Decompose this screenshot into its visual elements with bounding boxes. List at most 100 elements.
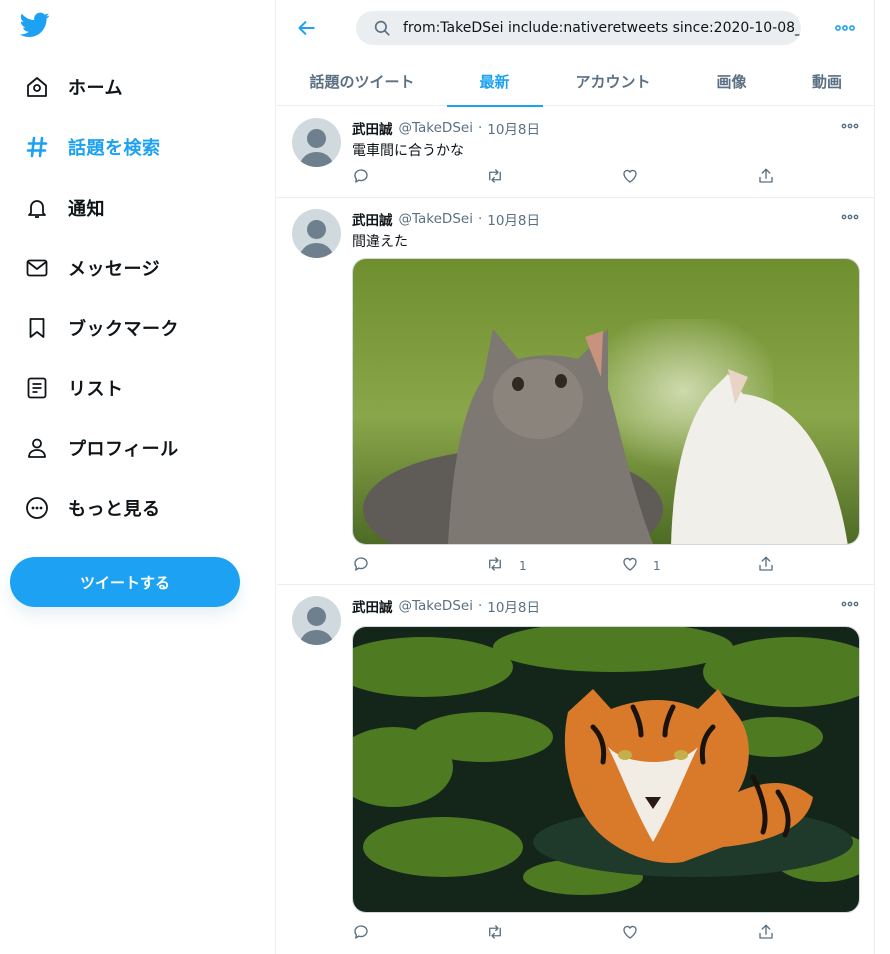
avatar[interactable] — [292, 209, 341, 258]
avatar[interactable] — [292, 118, 341, 167]
more-circle-icon — [24, 495, 50, 521]
tab-photos[interactable]: 画像 — [684, 56, 779, 106]
tweet-header: 武田誠 @TakeDSei · 10月8日 — [352, 209, 540, 229]
reply-icon — [352, 167, 370, 189]
tab-top[interactable]: 話題のツイート — [277, 56, 447, 106]
sidebar-item-bookmarks[interactable]: ブックマーク — [14, 303, 189, 353]
sidebar-item-label: 通知 — [68, 199, 105, 220]
sidebar-item-notifications[interactable]: 通知 — [14, 183, 115, 233]
retweet-button[interactable] — [485, 168, 519, 188]
search-results-column: 話題のツイート 最新 アカウント 画像 動画 武田誠 @TakeDSei · 1… — [277, 0, 875, 954]
like-button[interactable]: 1 — [621, 556, 661, 576]
sidebar-item-label: 話題を検索 — [68, 138, 161, 159]
reply-icon — [352, 923, 370, 945]
reply-button[interactable] — [352, 924, 370, 944]
like-button[interactable] — [621, 924, 653, 944]
tweet-header: 武田誠 @TakeDSei · 10月8日 — [352, 118, 540, 138]
retweet-icon — [485, 167, 505, 189]
tweet-actions: 1 1 — [352, 556, 782, 576]
tweet-more-icon[interactable] — [839, 597, 861, 611]
retweet-count: 1 — [519, 559, 527, 573]
tab-people[interactable]: アカウント — [542, 56, 684, 106]
tab-videos[interactable]: 動画 — [779, 56, 874, 106]
search-bar — [356, 11, 801, 45]
reply-button[interactable] — [352, 556, 370, 576]
search-tabs: 話題のツイート 最新 アカウント 画像 動画 — [277, 56, 874, 107]
author-name[interactable]: 武田誠 — [352, 209, 393, 229]
tweet[interactable]: 武田誠 @TakeDSei · 10月8日 間違えた 1 1 — [277, 198, 874, 585]
sidebar-item-label: プロフィール — [68, 439, 179, 460]
author-name[interactable]: 武田誠 — [352, 596, 393, 616]
sidebar-item-label: メッセージ — [68, 259, 161, 280]
tiger-photo[interactable] — [352, 626, 860, 913]
tweet-text: 間違えた — [352, 234, 408, 250]
tab-label: 画像 — [716, 72, 747, 91]
reply-button[interactable] — [352, 168, 370, 188]
like-button[interactable] — [621, 168, 653, 188]
sidebar-item-lists[interactable]: リスト — [14, 363, 134, 413]
sidebar-item-label: リスト — [68, 379, 124, 400]
sidebar-item-home[interactable]: ホーム — [14, 62, 133, 112]
sidebar-item-profile[interactable]: プロフィール — [14, 423, 189, 473]
tweet-date[interactable]: 10月8日 — [487, 596, 540, 616]
back-arrow-icon[interactable] — [293, 14, 321, 42]
share-button[interactable] — [757, 924, 775, 944]
author-name[interactable]: 武田誠 — [352, 118, 393, 138]
retweet-button[interactable] — [485, 924, 519, 944]
author-handle[interactable]: @TakeDSei — [399, 120, 473, 136]
share-icon — [757, 167, 775, 189]
retweet-button[interactable]: 1 — [485, 556, 527, 576]
share-icon — [757, 923, 775, 945]
share-button[interactable] — [757, 556, 775, 576]
tab-latest[interactable]: 最新 — [446, 56, 543, 107]
more-options-icon[interactable] — [833, 16, 857, 40]
kittens-photo[interactable] — [352, 258, 860, 545]
share-icon — [757, 555, 775, 577]
sidebar-item-messages[interactable]: メッセージ — [14, 243, 170, 293]
tweet-header: 武田誠 @TakeDSei · 10月8日 — [352, 596, 540, 616]
retweet-icon — [485, 923, 505, 945]
sidebar-item-label: もっと見る — [68, 499, 161, 520]
share-button[interactable] — [757, 168, 775, 188]
twitter-bird-icon[interactable] — [19, 12, 52, 44]
tweet-more-icon[interactable] — [839, 210, 861, 224]
search-header — [277, 0, 874, 56]
bookmark-icon — [24, 315, 50, 341]
tweet-date[interactable]: 10月8日 — [487, 209, 540, 229]
sidebar-nav: ホーム 話題を検索 通知 メッセージ ブックマーク リスト プロフィール もっと… — [0, 0, 276, 954]
tab-label: アカウント — [575, 72, 651, 91]
tweet-date[interactable]: 10月8日 — [487, 118, 540, 138]
tweet[interactable]: 武田誠 @TakeDSei · 10月8日 — [277, 585, 874, 954]
heart-icon — [621, 555, 639, 577]
sidebar-item-explore[interactable]: 話題を検索 — [14, 122, 171, 172]
search-icon — [373, 19, 391, 37]
tab-label: 最新 — [479, 72, 510, 91]
separator-dot: · — [477, 120, 483, 136]
envelope-icon — [24, 255, 50, 281]
tweet-actions — [352, 168, 782, 188]
avatar[interactable] — [292, 596, 341, 645]
tweet[interactable]: 武田誠 @TakeDSei · 10月8日 電車間に合うかな — [277, 107, 874, 198]
retweet-icon — [485, 555, 505, 577]
hashtag-icon — [24, 134, 50, 160]
home-icon — [24, 74, 50, 100]
sidebar-item-label: ホーム — [68, 78, 123, 99]
bell-icon — [24, 195, 50, 221]
like-count: 1 — [653, 559, 661, 573]
tweet-button[interactable]: ツイートする — [10, 557, 240, 607]
author-handle[interactable]: @TakeDSei — [399, 211, 473, 227]
list-icon — [24, 375, 50, 401]
separator-dot: · — [477, 598, 483, 614]
sidebar-item-label: ブックマーク — [68, 319, 179, 340]
reply-icon — [352, 555, 370, 577]
tab-label: 動画 — [811, 72, 842, 91]
sidebar-item-more[interactable]: もっと見る — [14, 483, 171, 533]
separator-dot: · — [477, 211, 483, 227]
tab-label: 話題のツイート — [309, 72, 415, 91]
tweet-more-icon[interactable] — [839, 119, 861, 133]
author-handle[interactable]: @TakeDSei — [399, 598, 473, 614]
tweet-text: 電車間に合うかな — [352, 143, 464, 159]
search-input[interactable] — [403, 20, 801, 36]
tweet-actions — [352, 924, 782, 944]
heart-icon — [621, 167, 639, 189]
